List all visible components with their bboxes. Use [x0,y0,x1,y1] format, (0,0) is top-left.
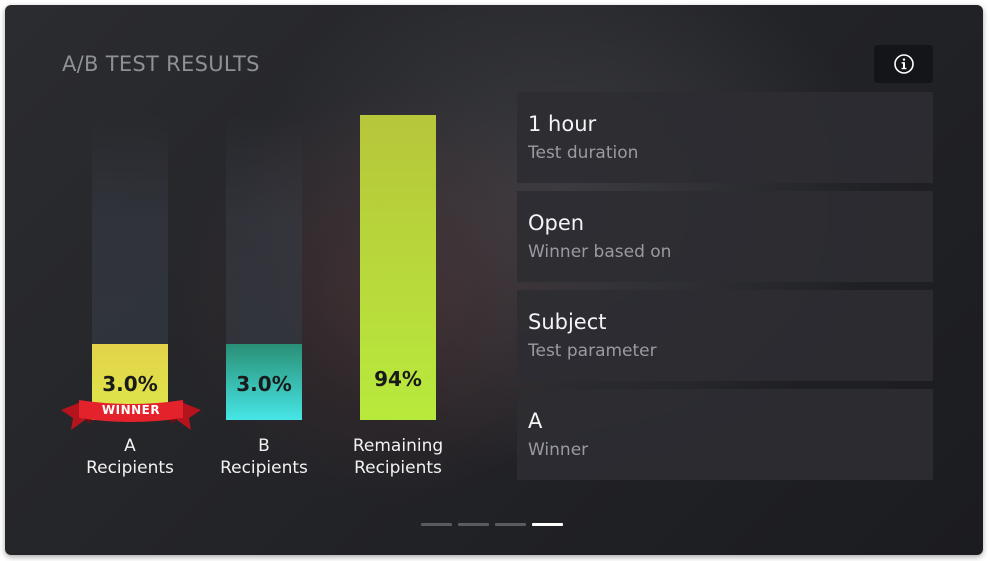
stat-value: Open [528,211,585,235]
winner-badge: WINNER [101,403,161,417]
bar-a: 3.0% [92,115,168,420]
bar-remaining-value: 94% [374,367,422,391]
page-dot-3[interactable] [495,523,526,526]
bar-a-value: 3.0% [102,372,158,396]
stat-value: 1 hour [528,112,597,136]
info-circle-icon [893,54,914,74]
stat-label: Test parameter [528,341,657,361]
bar-b: 3.0% [226,115,302,420]
page-title: A/B TEST RESULTS [62,52,260,76]
bar-b-label: B Recipients [220,436,308,478]
stat-label: Test duration [528,143,639,163]
page-indicator[interactable] [421,523,563,526]
bar-a-label: A Recipients [86,436,174,478]
ab-test-results-screen: A/B TEST RESULTS 3.0% 3.0% 94% WINNER A … [5,5,983,555]
page-dot-1[interactable] [421,523,452,526]
stat-card-duration: 1 hour Test duration [517,92,933,183]
stat-value: A [528,409,543,433]
stat-card-winner-basis: Open Winner based on [517,191,933,282]
bar-remaining: 94% [360,115,436,420]
stat-label: Winner [528,440,589,460]
page-dot-4[interactable] [532,523,563,526]
bar-remaining-fill: 94% [360,115,436,420]
page-dot-2[interactable] [458,523,489,526]
bar-remaining-label: Remaining Recipients [352,436,444,478]
stat-card-winner: A Winner [517,389,933,480]
info-button[interactable] [874,45,933,83]
stat-label: Winner based on [528,242,672,262]
stat-value: Subject [528,310,607,334]
bar-b-fill: 3.0% [226,344,302,420]
bar-b-value: 3.0% [236,372,292,396]
stat-card-test-parameter: Subject Test parameter [517,290,933,381]
